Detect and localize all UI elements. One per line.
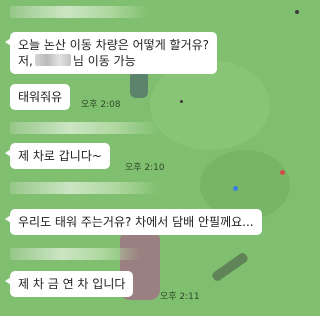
message-line: 저, 님 이동 가능 <box>18 54 136 68</box>
sender-name-blurred <box>10 6 150 18</box>
message-text: 우리도 태워 주는거유? 차에서 담배 안필께요... <box>18 215 254 229</box>
chat-message-3[interactable]: 제 차로 갑니다~ <box>5 143 110 169</box>
chat-message-4[interactable]: 우리도 태워 주는거유? 차에서 담배 안필께요... <box>5 209 262 235</box>
sender-name-blurred <box>10 182 160 194</box>
chat-message-5[interactable]: 제 차 금 연 차 입니다 <box>4 271 134 297</box>
message-timestamp: 오후 2:10 <box>125 163 165 173</box>
message-text: 태워줘유 <box>18 90 63 104</box>
message-text: 제 차로 갑니다~ <box>18 149 102 163</box>
chat-message-1[interactable]: 오늘 논산 이동 차량은 어떻게 할거유? 저, 님 이동 가능 <box>4 32 218 74</box>
blurred-name <box>34 54 71 66</box>
message-timestamp: 오후 2:11 <box>160 292 200 302</box>
message-text: 제 차 금 연 차 입니다 <box>18 277 126 291</box>
sender-name-blurred <box>10 122 160 134</box>
message-line: 오늘 논산 이동 차량은 어떻게 할거유? <box>18 38 210 52</box>
message-timestamp: 오후 2:08 <box>81 100 121 110</box>
sender-name-blurred <box>10 248 140 260</box>
chat-message-2[interactable]: 태워줘유 <box>10 84 71 110</box>
